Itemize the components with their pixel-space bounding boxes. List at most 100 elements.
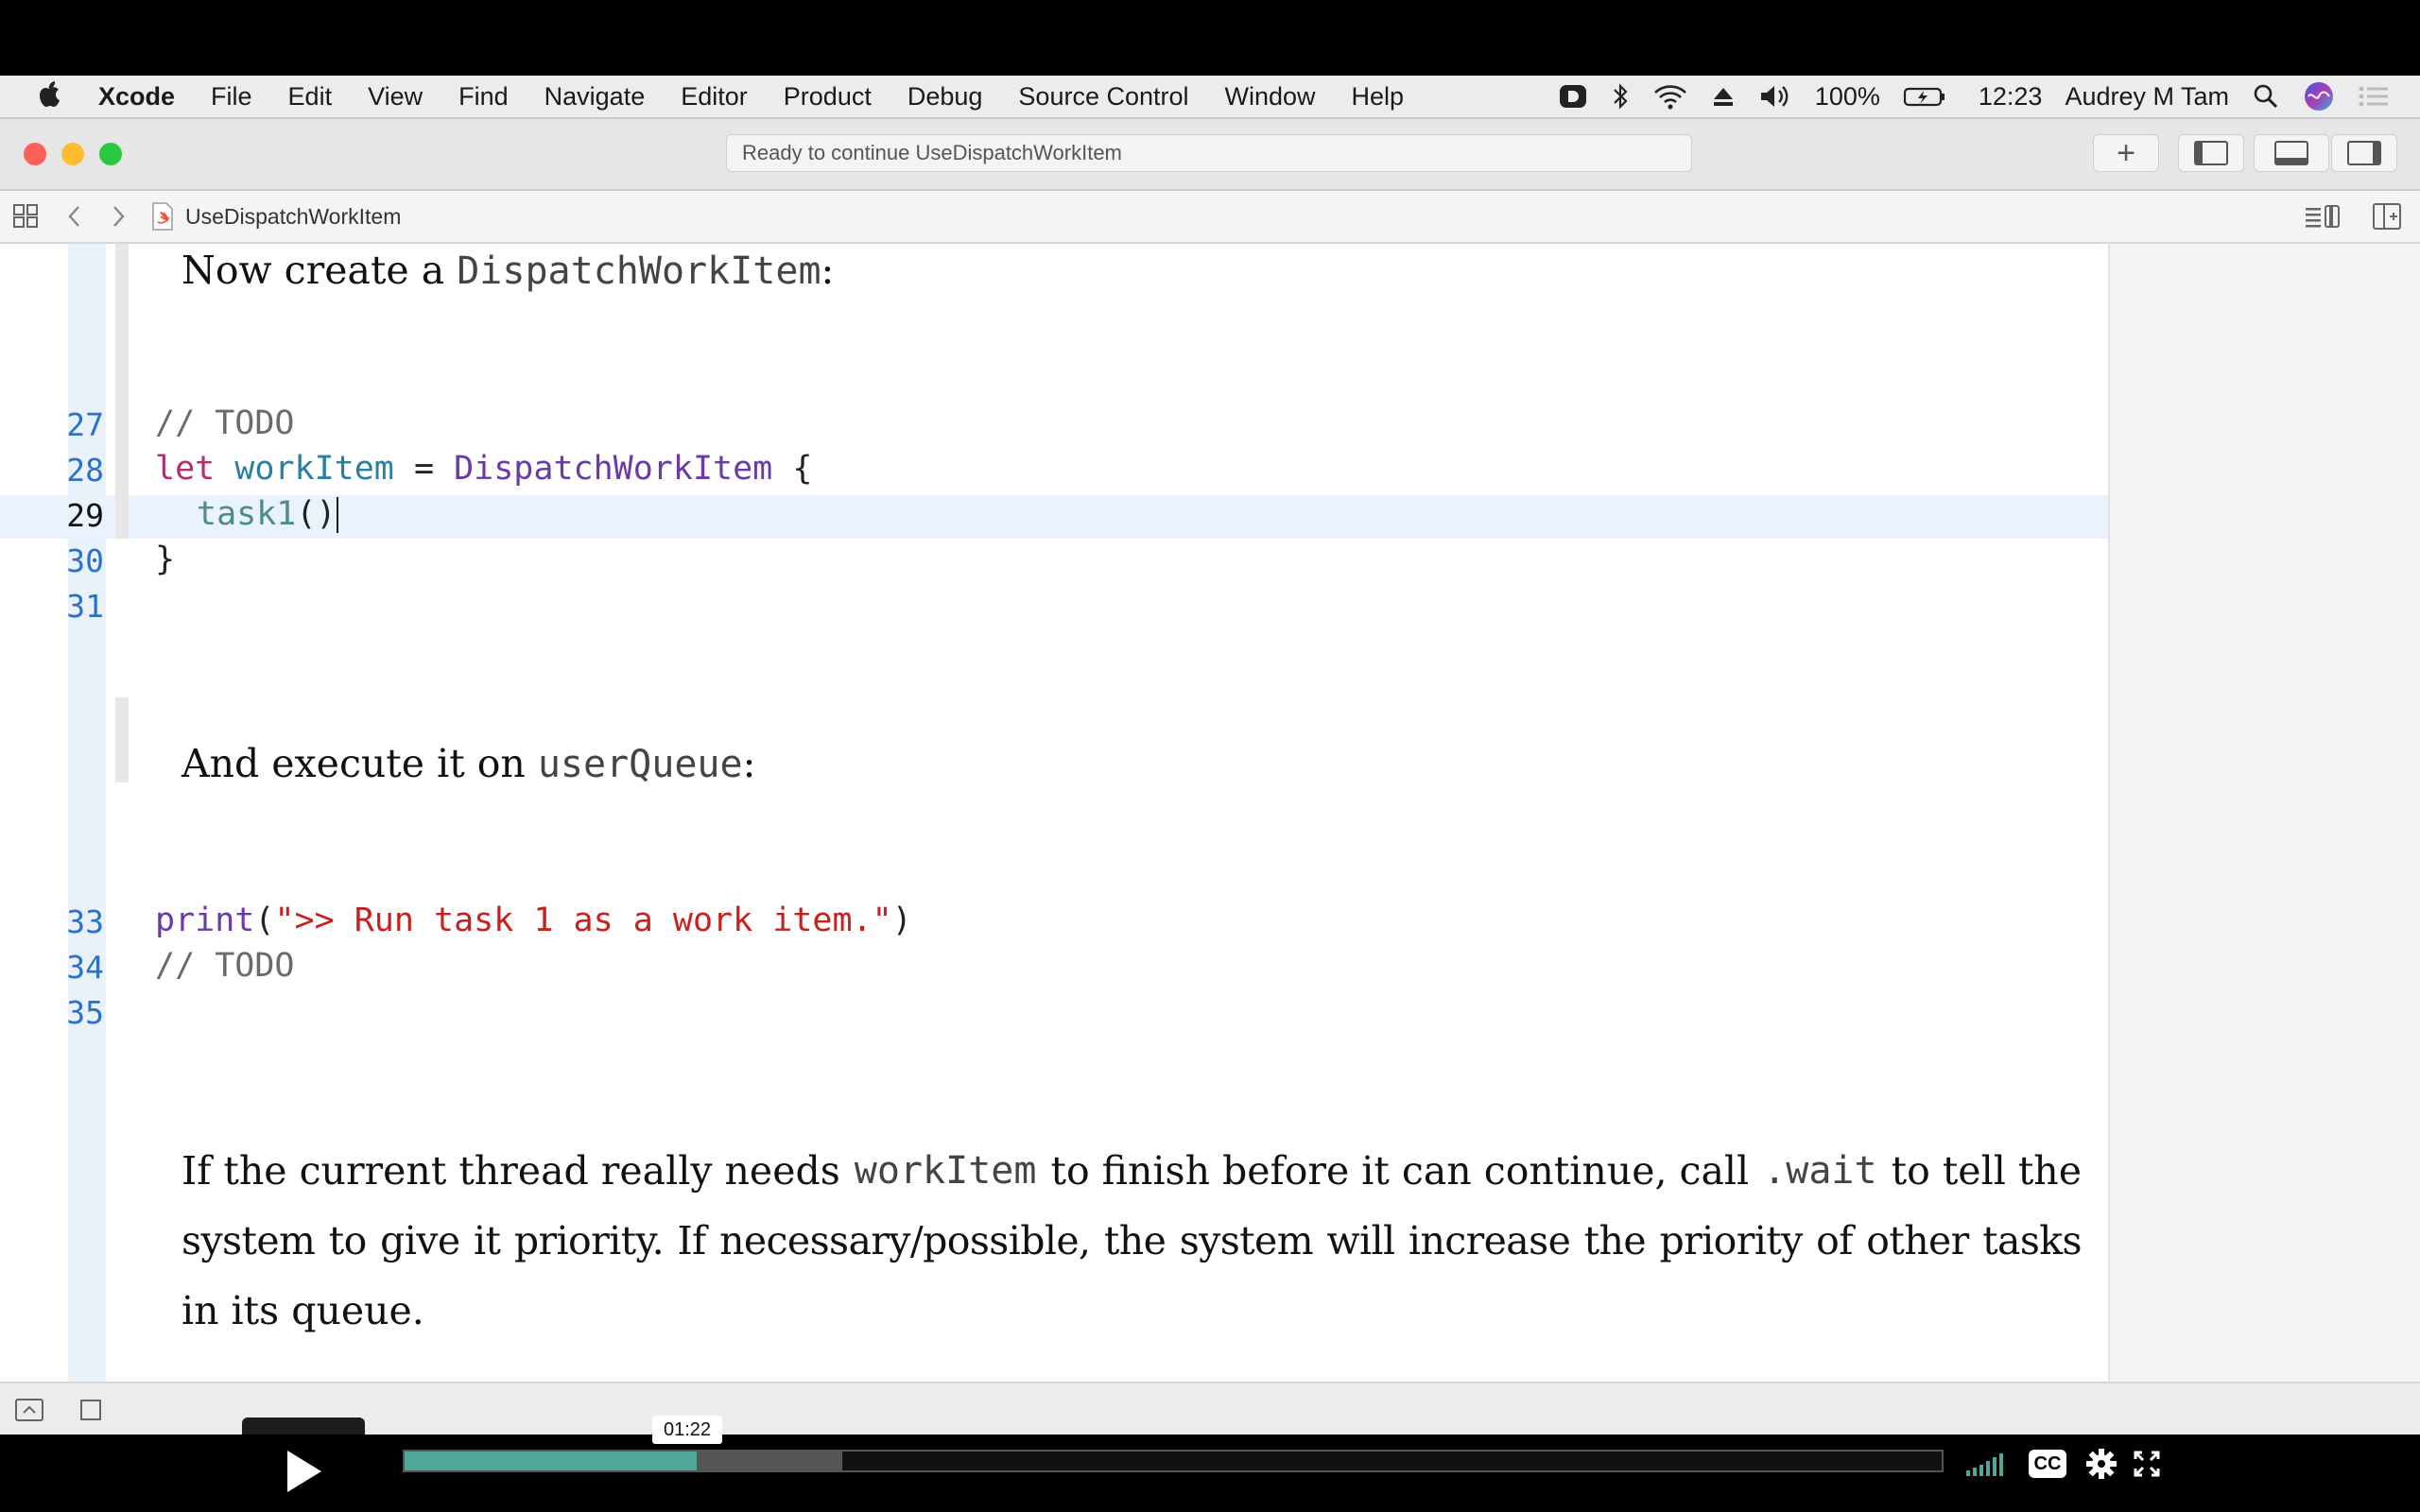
prose-line-3: in its queue. [182,1288,424,1333]
prose-text: : [821,248,835,293]
menu-edit[interactable]: Edit [270,82,351,112]
keyword-let: let [155,450,216,488]
notification-center-icon[interactable] [2346,82,2401,111]
code-fold-ribbon-2[interactable] [115,697,129,782]
code-line-27[interactable]: // TODO [155,404,295,442]
fullscreen-icon[interactable] [2133,1450,2161,1483]
related-items-grid-icon[interactable] [13,204,40,234]
bluetooth-icon[interactable] [1599,82,1641,111]
line-number: 27 [66,406,104,443]
close-paren: ) [891,902,912,939]
menu-bar: Xcode File Edit View Find Navigate Edito… [0,76,2420,119]
toggle-inspector-button[interactable] [2331,134,2397,172]
markup-paragraph-3: If the current thread really needs workI… [182,1136,2083,1346]
prose-text: to finish before it can continue, call [1038,1148,1762,1194]
clock-time[interactable]: 12:23 [1958,82,2054,112]
menu-app-xcode[interactable]: Xcode [80,82,193,112]
menu-help[interactable]: Help [1334,82,1423,112]
hide-debug-area-icon[interactable] [15,1399,43,1426]
code-line-34[interactable]: // TODO [155,947,295,985]
inspector-panel-icon [2347,141,2381,165]
line-number: 28 [66,452,104,489]
menu-navigate[interactable]: Navigate [527,82,664,112]
play-icon[interactable] [284,1448,325,1500]
closed-captions-button[interactable]: CC [2029,1450,2066,1478]
inline-code: workItem [854,1149,1037,1193]
menu-product[interactable]: Product [766,82,890,112]
battery-icon[interactable] [1892,82,1958,111]
text-caret [336,497,338,533]
menu-file[interactable]: File [193,82,270,112]
breadcrumb-file[interactable]: UseDispatchWorkItem [185,204,401,230]
menu-source-control[interactable]: Source Control [1000,82,1206,112]
prose-text: If the current thread really needs [182,1148,853,1194]
inline-code: DispatchWorkItem [457,249,821,293]
inline-code: userQueue [537,743,743,786]
video-player-controls: CC [0,1435,2420,1512]
apple-icon[interactable] [0,79,80,114]
type-dispatchworkitem: DispatchWorkItem [454,450,773,488]
add-editor-split-icon[interactable] [2373,203,2401,235]
played-fill [405,1452,697,1470]
prose-text: And execute it on [182,741,538,786]
menu-view[interactable]: View [350,82,441,112]
call-parens: () [296,495,337,533]
prose-text: : [742,741,756,786]
string-literal: ">> Run task 1 as a work item." [274,902,892,939]
results-sidebar [2108,244,2420,1382]
player-tab [242,1418,365,1435]
add-library-button[interactable]: + [2093,134,2159,172]
time-tooltip: 01:22 [652,1416,722,1444]
navigator-panel-icon [2194,141,2228,165]
inline-code: .wait [1763,1149,1877,1193]
menu-find[interactable]: Find [441,82,527,112]
video-progress-bar[interactable] [403,1450,1944,1472]
function-task1: task1 [197,495,297,533]
close-window-button[interactable] [24,143,46,165]
playground-editor[interactable]: Now create a DispatchWorkItem: 27 28 29 … [0,244,2108,1382]
menu-window[interactable]: Window [1207,82,1334,112]
line-number: 33 [66,903,104,940]
navigate-forward-chevron-icon[interactable] [110,204,127,234]
screen-record-icon[interactable] [1547,82,1599,111]
markup-paragraph-2: And execute it on userQueue: [182,737,755,791]
window-toolbar: Ready to continue UseDispatchWorkItem + [0,119,2420,191]
code-line-30[interactable]: } [155,541,175,578]
jump-bar: UseDispatchWorkItem [0,191,2420,244]
line-number: 29 [66,497,104,534]
code-line-28[interactable]: let workItem = DispatchWorkItem { [155,450,812,488]
code-fold-ribbon[interactable] [115,244,129,539]
minimize-window-button[interactable] [61,143,84,165]
activity-status-field: Ready to continue UseDispatchWorkItem [726,134,1692,172]
code-line-29[interactable]: task1() [197,495,338,533]
menu-editor[interactable]: Editor [663,82,766,112]
function-print: print [155,902,255,939]
cc-label: CC [2033,1453,2062,1474]
debug-panel-icon [2274,141,2308,165]
menu-debug[interactable]: Debug [890,82,1001,112]
eject-icon[interactable] [1700,82,1747,111]
toggle-navigator-button[interactable] [2178,134,2244,172]
line-number: 35 [66,994,104,1031]
siri-icon[interactable] [2291,80,2346,112]
spotlight-search-icon[interactable] [2240,82,2291,111]
open-brace: { [772,450,813,488]
prose-text: to tell the [1878,1148,2082,1194]
prose-line-2: system to give it priority. If necessary… [182,1218,2083,1263]
user-name[interactable]: Audrey M Tam [2053,82,2240,112]
adjust-editor-options-icon[interactable] [2305,203,2341,235]
line-number: 30 [66,542,104,579]
line-number: 34 [66,949,104,986]
volume-bars-icon[interactable] [1966,1450,2010,1483]
navigate-back-chevron-icon[interactable] [66,204,83,234]
toggle-debug-area-button[interactable] [2254,134,2329,172]
zoom-window-button[interactable] [99,143,122,165]
volume-icon[interactable] [1747,82,1804,111]
wifi-icon[interactable] [1641,82,1700,111]
settings-gear-icon[interactable] [2085,1448,2118,1485]
stop-square-icon[interactable] [79,1399,102,1426]
prose-text: Now create a [182,248,458,293]
code-line-33[interactable]: print(">> Run task 1 as a work item.") [155,902,912,939]
battery-percent[interactable]: 100% [1804,82,1892,112]
swift-file-icon [151,202,174,236]
